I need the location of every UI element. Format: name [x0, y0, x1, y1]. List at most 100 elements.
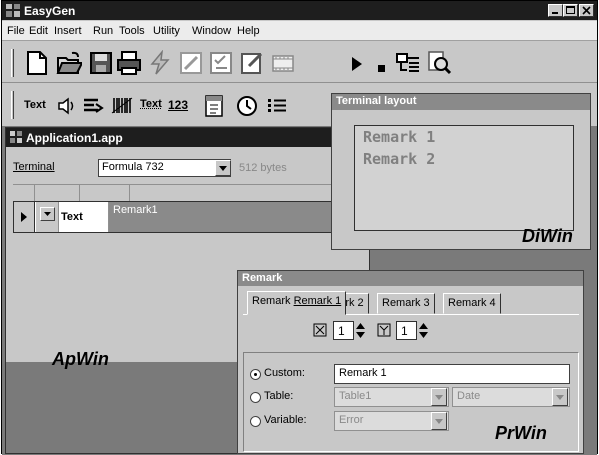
terminal-select-value: Formula 732 [102, 161, 164, 173]
y-stepper-arrows[interactable] [418, 321, 429, 340]
number-tool-button[interactable]: 123 [168, 98, 188, 112]
terminal-dropdown-button[interactable] [215, 160, 231, 176]
toolbar-grip[interactable] [11, 91, 14, 119]
remark-title: Remark [242, 272, 283, 284]
custom-text-input[interactable]: Remark 1 [334, 364, 570, 384]
menu-edit[interactable]: Edit [29, 25, 48, 37]
barcode-icon[interactable] [110, 93, 136, 119]
print-icon[interactable] [116, 50, 142, 76]
new-file-icon[interactable] [24, 50, 50, 76]
variable-list-icon[interactable] [80, 93, 106, 119]
custom-text-value: Remark 1 [339, 367, 387, 379]
x-stepper-arrows[interactable] [355, 321, 366, 340]
application-titlebar: Application1.app [6, 128, 369, 147]
clock-icon[interactable] [234, 93, 260, 119]
remark-properties-window: Remark Remark Remark 1 Remark 2 Remark 3… [237, 270, 584, 454]
display-line-2: Remark 2 [363, 150, 436, 168]
y-position-field[interactable]: 1 [396, 321, 417, 340]
tab-remark-4-label: Remark 4 [448, 297, 496, 309]
row-value: Remark1 [113, 204, 158, 216]
x-position-icon [313, 323, 327, 340]
variable-label-text: Variable: [264, 414, 307, 426]
main-toolbar [2, 43, 597, 83]
menu-list-icon[interactable] [264, 93, 290, 119]
stop-icon[interactable] [370, 55, 396, 81]
memory-size: 512 bytes [239, 162, 287, 174]
tab-remark-1[interactable]: Remark Remark 1 [247, 291, 347, 315]
find-magnifier-icon[interactable] [426, 50, 452, 76]
custom-label: Custom: [264, 367, 305, 379]
close-button[interactable] [579, 4, 594, 17]
table-radio[interactable] [250, 392, 261, 403]
terminal-label-text: Terminal [13, 161, 55, 173]
prwin-callout: PrWin [495, 423, 547, 443]
table-select-value: Table1 [339, 390, 372, 402]
variable-label: Variable: [264, 414, 307, 426]
terminal-layout-window: Terminal layout Remark 1 Remark 2 DiWin [331, 93, 591, 250]
menu-tools[interactable]: Tools [119, 25, 145, 37]
table-dropdown-button[interactable] [431, 388, 447, 406]
main-titlebar: EasyGen [2, 1, 597, 20]
app-icon [6, 4, 20, 17]
minimize-button[interactable] [548, 4, 563, 17]
table-label: Table: [264, 390, 293, 402]
y-position-icon [377, 323, 391, 340]
menu-file[interactable]: File [7, 25, 25, 37]
application-title: Application1.app [26, 131, 123, 145]
tab-remark-4[interactable]: Remark 4 [443, 293, 501, 314]
tab-remark-3[interactable]: Remark 3 [377, 293, 435, 314]
row-type-dropdown[interactable] [40, 207, 55, 221]
menu-window[interactable]: Window [192, 25, 231, 37]
toolbar-grip[interactable] [11, 49, 14, 77]
variable-select-value: Error [339, 414, 364, 426]
custom-radio[interactable] [250, 369, 261, 380]
terminal-select[interactable]: Formula 732 [98, 159, 231, 177]
tab-remark-3-label: Remark 3 [382, 297, 430, 309]
terminal-label: Terminal [13, 161, 55, 173]
grid-header [13, 184, 368, 202]
transfer-icon[interactable] [395, 50, 421, 76]
custom-label-text: Custom: [264, 367, 305, 379]
table-row[interactable]: Text Remark1 [13, 201, 368, 233]
y-position-value: 1 [401, 324, 408, 338]
variable-dropdown-button[interactable] [431, 412, 447, 430]
speaker-icon[interactable] [54, 93, 80, 119]
variable-radio[interactable] [250, 416, 261, 427]
row-type-cell[interactable] [36, 202, 59, 232]
menu-insert[interactable]: Insert [54, 25, 82, 37]
terminal-layout-titlebar: Terminal layout [332, 94, 590, 110]
app-document-icon [10, 131, 23, 147]
terminal-display[interactable]: Remark 1 Remark 2 [354, 125, 574, 231]
note-edit-icon[interactable] [239, 50, 265, 76]
text-tool-button[interactable]: Text [24, 99, 46, 111]
lightning-icon[interactable] [147, 49, 173, 76]
display-line-1: Remark 1 [363, 128, 436, 146]
terminal-layout-title: Terminal layout [336, 95, 417, 107]
row-selector[interactable] [14, 202, 35, 232]
x-position-value: 1 [338, 324, 345, 338]
menu-run[interactable]: Run [93, 25, 113, 37]
open-folder-icon[interactable] [56, 50, 84, 76]
tab-remark-1-label: Remark 1 [293, 295, 342, 307]
table-label-text: Table: [264, 390, 294, 402]
save-icon[interactable] [88, 50, 114, 76]
menu-help[interactable]: Help [237, 25, 260, 37]
calendar-icon[interactable] [202, 93, 228, 119]
window-title: EasyGen [24, 4, 76, 18]
menu-utility[interactable]: Utility [153, 25, 180, 37]
table-field-value: Date [457, 390, 481, 402]
remark-titlebar: Remark [238, 271, 583, 286]
apwin-callout: ApWin [52, 349, 109, 369]
table-field-dropdown-button[interactable] [552, 388, 568, 406]
checklist-icon[interactable] [208, 50, 234, 76]
run-play-icon[interactable] [346, 52, 372, 78]
x-position-field[interactable]: 1 [333, 321, 354, 340]
menu-bar: File Edit Insert Run Tools Utility Windo… [2, 21, 597, 41]
edit-icon[interactable] [178, 50, 204, 76]
diwin-callout: DiWin [522, 226, 573, 246]
text-field-tool-button[interactable]: Text [140, 98, 162, 110]
film-icon[interactable] [270, 50, 296, 76]
row-type-label: Text [61, 211, 83, 223]
row-value-cell[interactable]: Remark1 [109, 202, 367, 232]
maximize-button[interactable] [563, 4, 578, 17]
